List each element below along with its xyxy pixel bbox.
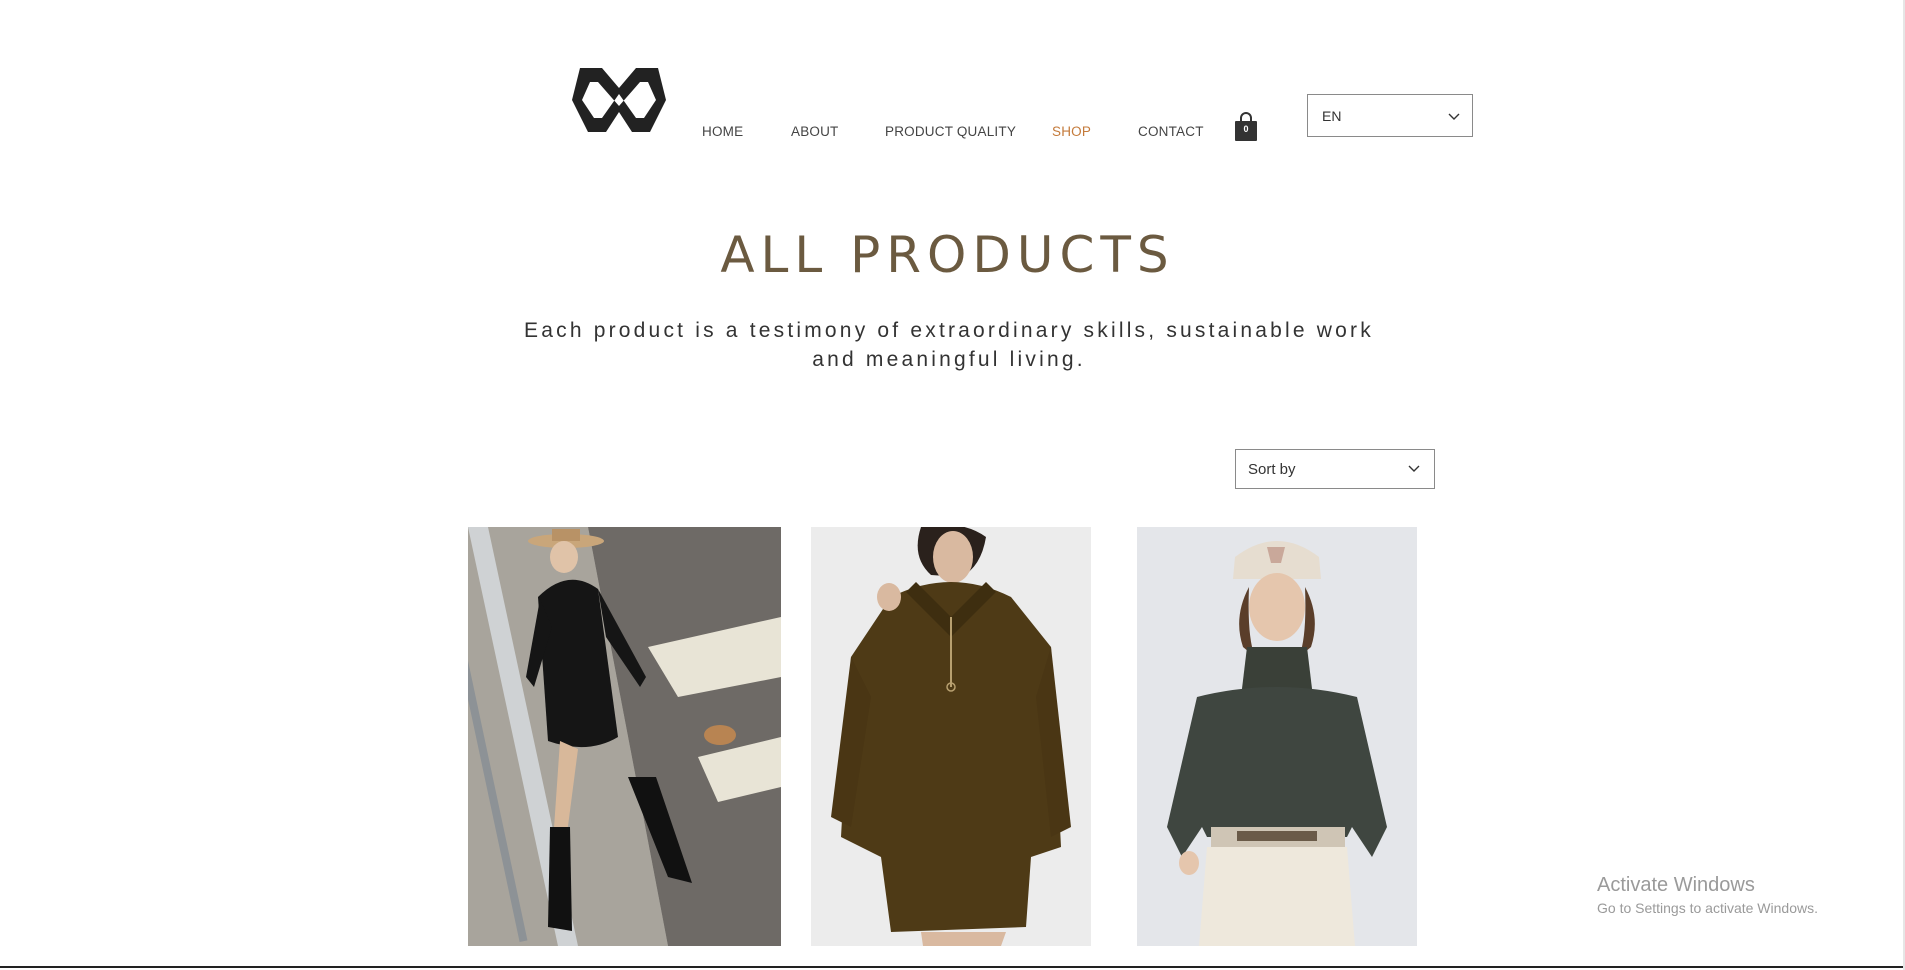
sort-by-select[interactable]: Sort by (1235, 449, 1435, 489)
product-card[interactable] (468, 527, 781, 946)
cart-button[interactable]: 0 (1234, 112, 1258, 142)
page-subtitle: Each product is a testimony of extraordi… (524, 319, 1374, 371)
nav-home[interactable]: HOME (702, 124, 743, 139)
cart-count-badge: 0 (1243, 124, 1249, 134)
page-title: ALL PRODUCTS (720, 226, 1175, 284)
nav-about[interactable]: ABOUT (791, 124, 839, 139)
product-image (468, 527, 781, 946)
activate-windows-title: Activate Windows (1597, 874, 1755, 896)
product-card[interactable] (1137, 527, 1417, 946)
language-select[interactable]: EN (1307, 94, 1473, 137)
sort-by-label: Sort by (1248, 461, 1296, 478)
product-image (1137, 527, 1417, 946)
bottom-divider (0, 966, 1905, 968)
product-image (811, 527, 1091, 946)
product-card[interactable] (811, 527, 1091, 946)
chevron-down-icon (1408, 465, 1420, 472)
chevron-down-icon (1448, 113, 1460, 120)
nav-contact[interactable]: CONTACT (1138, 124, 1204, 139)
activate-windows-subtitle: Go to Settings to activate Windows. (1597, 900, 1818, 916)
language-value: EN (1322, 108, 1342, 124)
brand-logo[interactable] (568, 62, 670, 138)
nav-shop[interactable]: SHOP (1052, 124, 1091, 139)
nav-product-quality[interactable]: PRODUCT QUALITY (885, 124, 1016, 139)
